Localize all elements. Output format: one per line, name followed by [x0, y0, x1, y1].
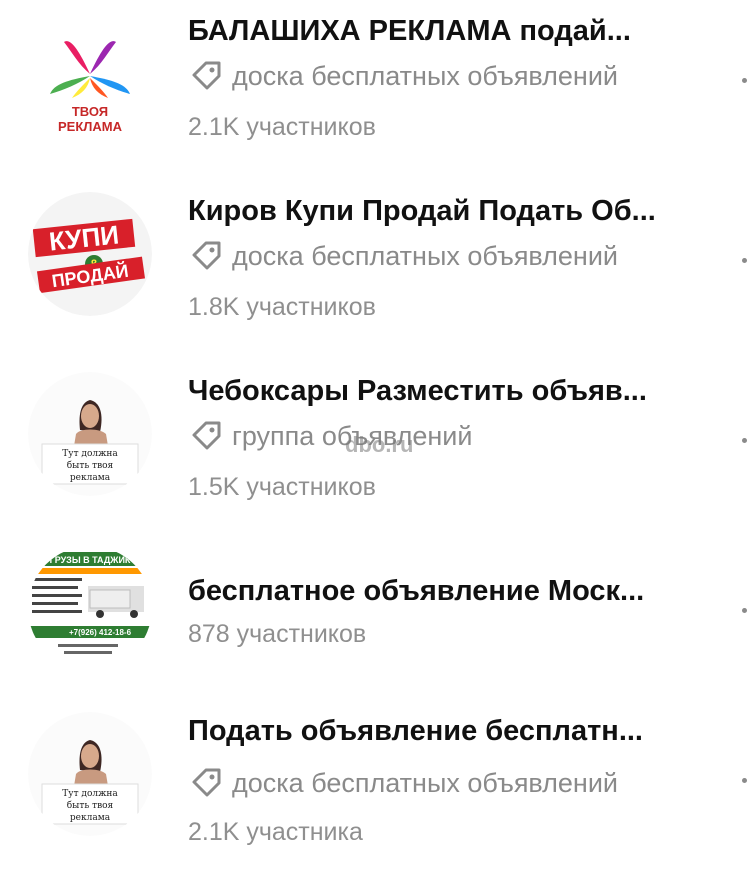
avatar-text: +7(926) 412-18-6	[69, 628, 132, 637]
more-icon[interactable]	[742, 258, 747, 263]
list-item[interactable]: КУПИ & ПРОДАЙ Киров Купи Продай Подать О…	[0, 180, 750, 350]
avatar-text: РЕКЛАМА	[58, 119, 123, 134]
group-title: Подать объявление бесплатн...	[188, 715, 643, 747]
group-avatar: ТВОЯ РЕКЛАМА	[28, 20, 152, 144]
list-item[interactable]: ГРУЗЫ В ТАДЖИК +7(926) 412-18-6 бесплатн…	[0, 540, 750, 710]
category-label: доска бесплатных объявлений	[232, 767, 619, 798]
tag-icon	[188, 419, 224, 453]
group-category: группа объявлений	[188, 419, 472, 453]
group-title: БАЛАШИХА РЕКЛАМА подай...	[188, 15, 631, 47]
member-count: 2.1K участника	[188, 818, 363, 846]
list-item[interactable]: Тут должна быть твоя реклама Подать объя…	[0, 700, 750, 870]
group-title: Чебоксары Разместить объяв...	[188, 375, 647, 407]
group-category: доска бесплатных объявлений	[188, 239, 618, 273]
avatar-text: ТВОЯ	[72, 104, 108, 119]
tag-icon	[188, 766, 224, 800]
more-icon[interactable]	[742, 438, 747, 443]
group-avatar: Тут должна быть твоя реклама	[28, 712, 152, 836]
avatar-text: быть твоя	[67, 460, 114, 471]
more-icon[interactable]	[742, 778, 747, 783]
member-count: 1.8K участников	[188, 293, 376, 321]
avatar-text: реклама	[70, 473, 111, 483]
watermark: dbo.ru	[345, 432, 414, 457]
group-avatar: Тут должна быть твоя реклама	[28, 372, 152, 496]
category-label: доска бесплатных объявлений	[232, 60, 619, 91]
group-avatar: КУПИ & ПРОДАЙ	[28, 192, 152, 316]
group-category: доска бесплатных объявлений	[188, 59, 618, 93]
member-count: 2.1K участников	[188, 113, 376, 141]
tag-icon	[188, 239, 224, 273]
member-count: 1.5K участников	[188, 473, 376, 501]
member-count: 878 участников	[188, 620, 367, 648]
category-label: доска бесплатных объявлений	[232, 240, 619, 271]
tag-icon	[188, 59, 224, 93]
group-category: доска бесплатных объявлений	[188, 766, 618, 800]
more-icon[interactable]	[742, 608, 747, 613]
avatar-text: Тут должна	[62, 789, 118, 799]
avatar-text: реклама	[70, 813, 111, 823]
group-title: бесплатное объявление Моск...	[188, 575, 645, 607]
avatar-text: быть твоя	[67, 800, 114, 811]
list-item[interactable]: ТВОЯ РЕКЛАМА БАЛАШИХА РЕКЛАМА подай... д…	[0, 0, 750, 170]
avatar-text: Тут должна	[62, 449, 118, 459]
more-icon[interactable]	[742, 78, 747, 83]
group-avatar: ГРУЗЫ В ТАДЖИК +7(926) 412-18-6	[28, 546, 152, 670]
avatar-text: ГРУЗЫ В ТАДЖИК	[50, 555, 131, 565]
group-title: Киров Купи Продай Подать Об...	[188, 195, 656, 227]
